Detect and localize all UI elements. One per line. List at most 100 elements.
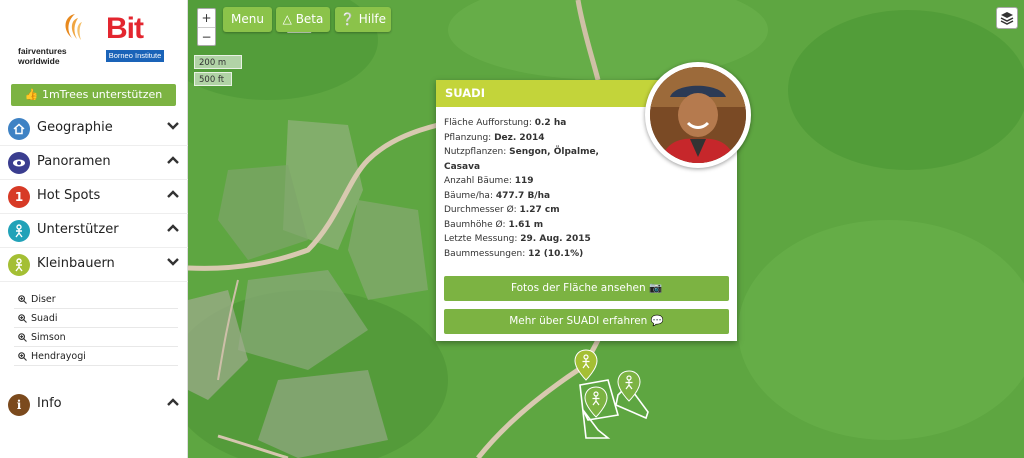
farmer-portrait xyxy=(645,62,751,168)
zoom-in-button[interactable]: + xyxy=(198,9,215,27)
popup-row-label: Durchmesser Ø: xyxy=(444,205,520,215)
popup-row-label: Nutzpflanzen: xyxy=(444,147,510,157)
farmer-map-marker[interactable] xyxy=(574,349,598,381)
popup-row-label: Baummessungen: xyxy=(444,248,529,259)
sidebar-item-unterstuetzer[interactable]: Unterstützer xyxy=(0,214,188,248)
popup-details: Fläche Aufforstung: 0.2 ha Pflanzung: De… xyxy=(444,116,644,261)
beta-button[interactable]: △ Beta xyxy=(276,7,330,32)
logo-area: fairventures worldwide Bit Borneo Instit… xyxy=(0,0,188,80)
popup-row-label: Anzahl Bäume: xyxy=(444,176,515,186)
help-icon: ❔ xyxy=(339,12,355,26)
farmer-list: Diser Suadi Simson Hendrayogi xyxy=(14,290,178,366)
bit-logo[interactable]: Bit Borneo Institute xyxy=(104,12,164,64)
fairventures-text: fairventures worldwide xyxy=(18,46,67,66)
list-item-label: Suadi xyxy=(31,312,58,324)
view-photos-label: Fotos der Fläche ansehen xyxy=(510,282,646,294)
menu-button[interactable]: Menu xyxy=(223,7,272,32)
list-item[interactable]: Diser xyxy=(14,290,178,309)
chevron-up-icon xyxy=(167,398,179,406)
help-button-label: Hilfe xyxy=(358,12,387,26)
popup-row-value: 477.7 B/ha xyxy=(495,190,551,201)
sidebar-item-label: Panoramen xyxy=(37,154,111,169)
popup-row-value: 29. Aug. 2015 xyxy=(520,234,591,244)
sidebar-item-hot-spots[interactable]: 1 Hot Spots xyxy=(0,180,188,214)
fairventures-mark-icon xyxy=(65,14,82,40)
list-item-label: Simson xyxy=(31,331,66,343)
farmer-icon xyxy=(8,254,30,276)
beta-button-label: Beta xyxy=(295,12,324,26)
popup-row: Durchmesser Ø: 1.27 cm xyxy=(444,203,644,218)
sidebar-item-label: Hot Spots xyxy=(37,188,101,203)
fairventures-logo[interactable]: fairventures worldwide xyxy=(18,12,96,68)
popup-row-value: 1.27 cm xyxy=(519,205,560,215)
chevron-up-icon xyxy=(167,190,179,198)
help-button[interactable]: ❔ Hilfe xyxy=(335,7,391,32)
popup-row-value: 1.61 m xyxy=(508,219,544,230)
popup-row-label: Pflanzung: xyxy=(444,132,495,143)
layers-icon xyxy=(1000,12,1014,25)
scale-metric: 200 m xyxy=(194,55,242,69)
layers-button[interactable] xyxy=(996,7,1018,29)
chevron-up-icon xyxy=(167,224,179,232)
eye-icon xyxy=(8,152,30,174)
popup-row: Letzte Messung: 29. Aug. 2015 xyxy=(444,232,644,247)
sidebar-item-label: Info xyxy=(37,396,62,411)
zoom-in-icon xyxy=(18,351,27,361)
popup-row: Pflanzung: Dez. 2014 xyxy=(444,131,644,146)
view-photos-button[interactable]: Fotos der Fläche ansehen 📷 xyxy=(444,276,729,301)
farmer-map-marker[interactable] xyxy=(617,370,641,402)
bit-logo-subtitle: Borneo Institute xyxy=(106,50,164,62)
popup-row: Fläche Aufforstung: 0.2 ha xyxy=(444,116,644,131)
info-icon: i xyxy=(8,394,30,416)
zoom-in-icon xyxy=(18,313,27,323)
thumbs-up-icon: 👍 xyxy=(24,88,39,101)
popup-row: Nutzpflanzen: Sengon, Ölpalme, xyxy=(444,145,644,160)
popup-row: Baummessungen: 12 (10.1%) xyxy=(444,247,644,262)
support-button[interactable]: 👍 1mTrees unterstützen xyxy=(11,84,176,106)
sidebar: fairventures worldwide Bit Borneo Instit… xyxy=(0,0,188,458)
chevron-down-icon xyxy=(167,258,179,266)
sidebar-item-geographie[interactable]: Geographie xyxy=(0,112,188,146)
popup-row-label: Baumhöhe Ø: xyxy=(444,219,509,230)
popup-row-value: 12 (10.1%) xyxy=(528,248,584,259)
popup-row-label: Letzte Messung: xyxy=(444,234,521,244)
popup-row-label: Fläche Aufforstung: xyxy=(444,118,535,128)
zoom-out-button[interactable]: − xyxy=(198,27,215,45)
popup-row: Baumhöhe Ø: 1.61 m xyxy=(444,218,644,233)
list-item-label: Diser xyxy=(31,293,56,305)
flask-icon: △ xyxy=(282,12,292,26)
popup-row: Bäume/ha: 477.7 B/ha xyxy=(444,189,644,204)
home-icon xyxy=(8,118,30,140)
chevron-up-icon xyxy=(167,156,179,164)
comment-icon: 💬 xyxy=(650,315,664,327)
zoom-control: + − xyxy=(197,8,216,46)
list-item[interactable]: Simson xyxy=(14,328,178,347)
sidebar-item-kleinbauern[interactable]: Kleinbauern xyxy=(0,248,188,282)
popup-row-value: 119 xyxy=(514,176,534,186)
popup-row-value: Casava xyxy=(444,161,481,172)
camera-icon: 📷 xyxy=(648,282,663,294)
popup-row: Anzahl Bäume: 119 xyxy=(444,174,644,189)
popup-row: Casava xyxy=(444,160,644,175)
farmer-map-marker[interactable] xyxy=(584,386,608,418)
sidebar-item-label: Geographie xyxy=(37,120,113,135)
zoom-in-icon xyxy=(18,294,27,304)
chevron-down-icon xyxy=(167,122,179,130)
popup-row-value: Dez. 2014 xyxy=(494,132,545,143)
sidebar-item-info[interactable]: i Info xyxy=(0,388,188,418)
popup-row-label: Bäume/ha: xyxy=(444,190,496,201)
support-button-label: 1mTrees unterstützen xyxy=(41,88,163,101)
sidebar-item-label: Kleinbauern xyxy=(37,256,115,271)
scale-imperial: 500 ft xyxy=(194,72,232,86)
map-view[interactable]: + − Menu △ Beta ❔ Hilfe 200 m 500 ft SUA… xyxy=(188,0,1024,458)
popup-row-value: 0.2 ha xyxy=(534,118,567,128)
list-item[interactable]: Suadi xyxy=(14,309,178,328)
sidebar-item-panoramen[interactable]: Panoramen xyxy=(0,146,188,180)
farmer-popup: SUADI Fläche Aufforstung: 0.2 ha Pflanzu… xyxy=(436,62,751,341)
sidebar-nav: Geographie Panoramen 1 Hot Spots Unterst… xyxy=(0,112,188,282)
list-item[interactable]: Hendrayogi xyxy=(14,347,178,366)
popup-row-value: Sengon, Ölpalme, xyxy=(509,147,599,157)
zoom-in-icon xyxy=(18,332,27,342)
learn-more-label: Mehr über SUADI erfahren xyxy=(509,315,648,327)
learn-more-button[interactable]: Mehr über SUADI erfahren 💬 xyxy=(444,309,729,334)
